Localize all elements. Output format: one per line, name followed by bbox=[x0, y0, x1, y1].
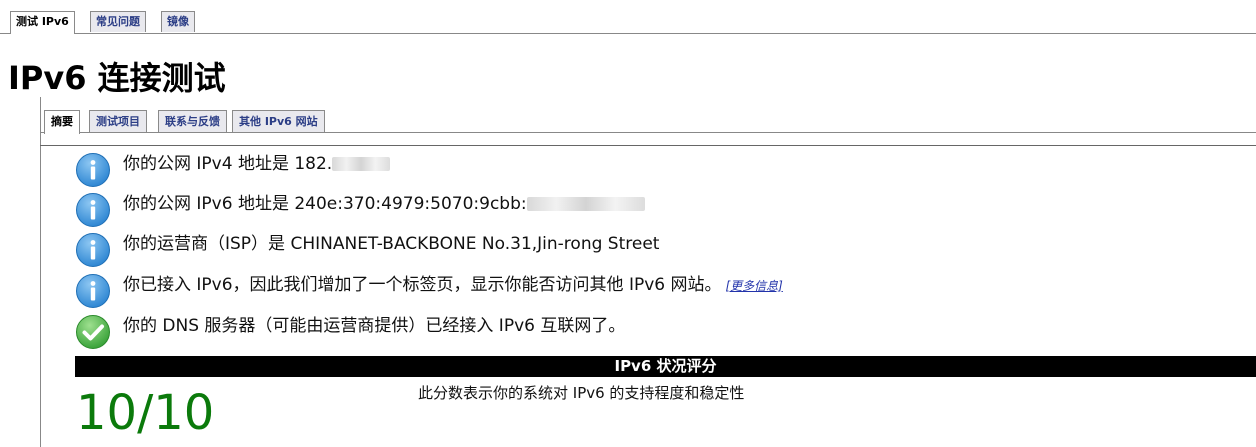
tab-mirrors[interactable]: 镜像 bbox=[161, 11, 195, 32]
score-description: 此分数表示你的系统对 IPv6 的支持程度和稳定性 bbox=[418, 384, 745, 402]
content-top-border bbox=[40, 145, 1256, 146]
message-text: 你的公网 IPv4 地址是 182. bbox=[123, 154, 333, 174]
message-text: 你的 DNS 服务器（可能由运营商提供）已经接入 IPv6 互联网了。 bbox=[123, 316, 626, 336]
tab-faq[interactable]: 常见问题 bbox=[90, 11, 146, 32]
page-title: IPv6 连接测试 bbox=[8, 59, 226, 97]
sub-tab-divider bbox=[40, 132, 1256, 133]
tab-other-sites[interactable]: 其他 IPv6 网站 bbox=[232, 110, 325, 132]
check-icon bbox=[76, 315, 110, 349]
tab-summary[interactable]: 摘要 bbox=[44, 110, 80, 134]
top-tab-bar: 测试 IPv6 常见问题 镜像 bbox=[0, 0, 1256, 34]
tab-bar-divider bbox=[0, 33, 1256, 34]
sub-tab-bar: 摘要 测试项目 联系与反馈 其他 IPv6 网站 bbox=[40, 97, 1256, 149]
message-text: 你已接入 IPv6，因此我们增加了一个标签页，显示你能否访问其他 IPv6 网站… bbox=[123, 275, 722, 295]
redacted-ip bbox=[332, 157, 391, 171]
redacted-ip bbox=[526, 197, 645, 211]
info-icon bbox=[76, 233, 110, 267]
score-header: IPv6 状况评分 bbox=[75, 356, 1256, 377]
tab-test-items[interactable]: 测试项目 bbox=[89, 110, 147, 132]
info-icon bbox=[76, 153, 110, 187]
tab-contact[interactable]: 联系与反馈 bbox=[158, 110, 227, 132]
score-value: 10/10 bbox=[76, 385, 215, 441]
message-text: 你的运营商（ISP）是 CHINANET-BACKBONE No.31,Jin-… bbox=[123, 234, 660, 254]
tab-test-ipv6[interactable]: 测试 IPv6 bbox=[10, 11, 75, 34]
message-text: 你的公网 IPv6 地址是 240e:370:4979:5070:9cbb: bbox=[123, 194, 527, 214]
panel-left-border bbox=[40, 97, 41, 447]
info-icon bbox=[76, 274, 110, 308]
more-info-link[interactable]: [更多信息] bbox=[726, 279, 783, 293]
info-icon bbox=[76, 193, 110, 227]
